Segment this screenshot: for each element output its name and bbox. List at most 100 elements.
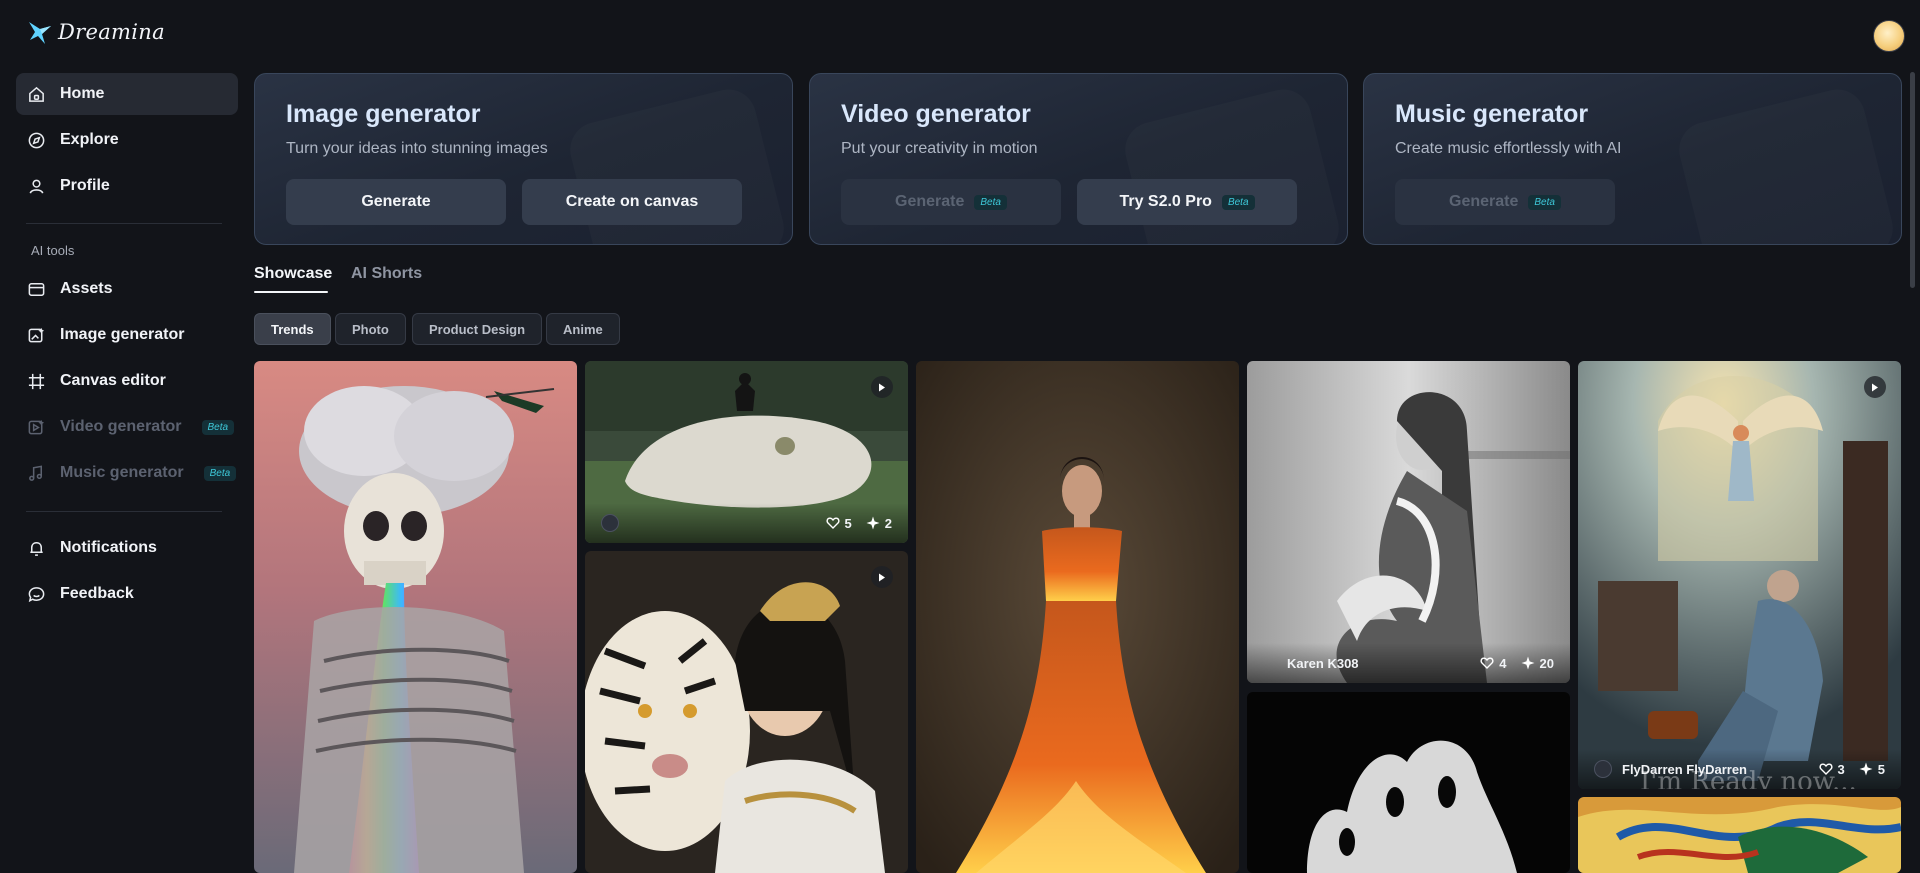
filter-product-design[interactable]: Product Design: [412, 313, 543, 345]
sidebar-item-assets[interactable]: Assets: [16, 268, 238, 310]
remix-value: 2: [884, 515, 892, 531]
sidebar-item-label: Home: [60, 85, 105, 102]
beta-badge: Beta: [1221, 194, 1255, 210]
app-name: Dreamina: [58, 20, 165, 44]
card-subtitle: Create music effortlessly with AI: [1395, 140, 1622, 157]
tab-ai-shorts[interactable]: AI Shorts: [351, 265, 422, 283]
likes-value: 4: [1499, 655, 1507, 671]
filter-photo[interactable]: Photo: [335, 313, 406, 345]
sidebar-item-label: Assets: [60, 280, 113, 297]
filter-anime[interactable]: Anime: [546, 313, 620, 345]
video-caption: I'm Ready now...: [1640, 767, 1857, 789]
sidebar-item-music-generator[interactable]: Music generator Beta: [16, 452, 238, 494]
button-label: Create on canvas: [565, 193, 699, 210]
card-title: Video generator: [841, 100, 1031, 128]
likes-count[interactable]: 5: [825, 515, 852, 531]
dreamina-logo[interactable]: Dreamina: [26, 18, 165, 46]
gallery-item-ghost[interactable]: [1247, 692, 1570, 873]
sidebar-item-label: Feedback: [60, 585, 134, 602]
gallery-item-angel[interactable]: FlyDarren FlyDarren 3 5 I'm Ready now...: [1578, 361, 1901, 789]
bell-icon: [27, 539, 46, 558]
video-generate-button[interactable]: Generate Beta: [841, 179, 1061, 225]
likes-count[interactable]: 4: [1480, 655, 1507, 671]
video-icon: [27, 418, 46, 437]
author-name[interactable]: Karen K308: [1263, 656, 1466, 671]
author-avatar[interactable]: [601, 514, 619, 532]
angel-prayer-image: [1578, 361, 1901, 789]
gallery-item-tiger[interactable]: [585, 551, 908, 873]
sidebar-item-label: Image generator: [60, 326, 185, 343]
tile-meta: 5 2: [585, 503, 908, 543]
video-play-icon[interactable]: [871, 566, 893, 588]
music-generator-card[interactable]: Music generator Create music effortlessl…: [1363, 73, 1902, 245]
sidebar-item-label: Profile: [60, 177, 110, 194]
sidebar-item-feedback[interactable]: Feedback: [16, 573, 238, 615]
fire-dress-image: [916, 361, 1239, 873]
music-icon: [27, 464, 46, 483]
page-scrollbar[interactable]: [1910, 72, 1915, 288]
gallery-item-marble-woman[interactable]: Karen K308 4 20: [1247, 361, 1570, 683]
card-subtitle: Put your creativity in motion: [841, 140, 1038, 157]
try-s2-pro-button[interactable]: Try S2.0 Pro Beta: [1077, 179, 1297, 225]
tab-active-indicator: [254, 291, 328, 293]
sidebar-divider: [26, 223, 222, 224]
gallery-item-bird[interactable]: [1578, 797, 1901, 873]
canvas-icon: [27, 372, 46, 391]
remix-value: 20: [1539, 655, 1554, 671]
card-title: Image generator: [286, 100, 481, 128]
button-label: Generate: [1449, 193, 1519, 210]
home-icon: [27, 85, 46, 104]
remix-sparkle-icon: [866, 516, 880, 530]
button-label: Generate: [361, 193, 431, 210]
author-avatar[interactable]: [1594, 760, 1612, 778]
sidebar: Dreamina Home Explore Profile AI tools A…: [0, 0, 246, 873]
remix-count[interactable]: 20: [1521, 656, 1554, 671]
remix-count[interactable]: 2: [866, 516, 892, 531]
image-generate-button[interactable]: Generate: [286, 179, 506, 225]
sidebar-item-notifications[interactable]: Notifications: [16, 527, 238, 569]
compass-icon: [27, 131, 46, 150]
button-label: Generate: [895, 193, 965, 210]
user-avatar[interactable]: [1873, 20, 1905, 52]
folder-icon: [27, 280, 46, 299]
create-on-canvas-button[interactable]: Create on canvas: [522, 179, 742, 225]
beta-badge: Beta: [203, 465, 237, 481]
image-generator-card[interactable]: Image generator Turn your ideas into stu…: [254, 73, 793, 245]
sidebar-item-video-generator[interactable]: Video generator Beta: [16, 406, 238, 448]
video-generator-card[interactable]: Video generator Put your creativity in m…: [809, 73, 1348, 245]
gallery-item-snake[interactable]: 5 2: [585, 361, 908, 543]
filter-trends[interactable]: Trends: [254, 313, 331, 345]
video-play-icon[interactable]: [1864, 376, 1886, 398]
heart-icon: [825, 517, 840, 529]
card-decoration: [1673, 84, 1898, 244]
sidebar-item-home[interactable]: Home: [16, 73, 238, 115]
sidebar-item-label: Canvas editor: [60, 372, 166, 389]
gallery-item-fire-dress[interactable]: [916, 361, 1239, 873]
feedback-icon: [27, 585, 46, 604]
sidebar-item-label: Music generator: [60, 464, 184, 481]
colorful-bird-image: [1578, 797, 1901, 873]
skull-cloud-image: [254, 361, 577, 873]
sidebar-item-label: Explore: [60, 131, 119, 148]
user-icon: [27, 177, 46, 196]
remix-sparkle-icon: [1859, 762, 1873, 776]
sidebar-item-canvas-editor[interactable]: Canvas editor: [16, 360, 238, 402]
likes-value: 5: [844, 515, 852, 531]
sidebar-item-profile[interactable]: Profile: [16, 165, 238, 207]
video-play-icon[interactable]: [871, 376, 893, 398]
card-subtitle: Turn your ideas into stunning images: [286, 140, 548, 157]
music-generate-button[interactable]: Generate Beta: [1395, 179, 1615, 225]
sidebar-item-label: Video generator: [60, 418, 182, 435]
tab-showcase[interactable]: Showcase: [254, 265, 332, 283]
sidebar-section-label: AI tools: [31, 243, 75, 258]
dreamina-logo-icon: [29, 22, 51, 44]
button-label: Try S2.0 Pro: [1119, 193, 1212, 210]
remix-value: 5: [1877, 761, 1885, 777]
tiger-warrior-image: [585, 551, 908, 873]
remix-sparkle-icon: [1521, 656, 1535, 670]
sidebar-item-explore[interactable]: Explore: [16, 119, 238, 161]
gallery-item-skull[interactable]: [254, 361, 577, 873]
remix-count[interactable]: 5: [1859, 762, 1885, 777]
beta-badge: Beta: [201, 419, 235, 435]
sidebar-item-image-generator[interactable]: Image generator: [16, 314, 238, 356]
